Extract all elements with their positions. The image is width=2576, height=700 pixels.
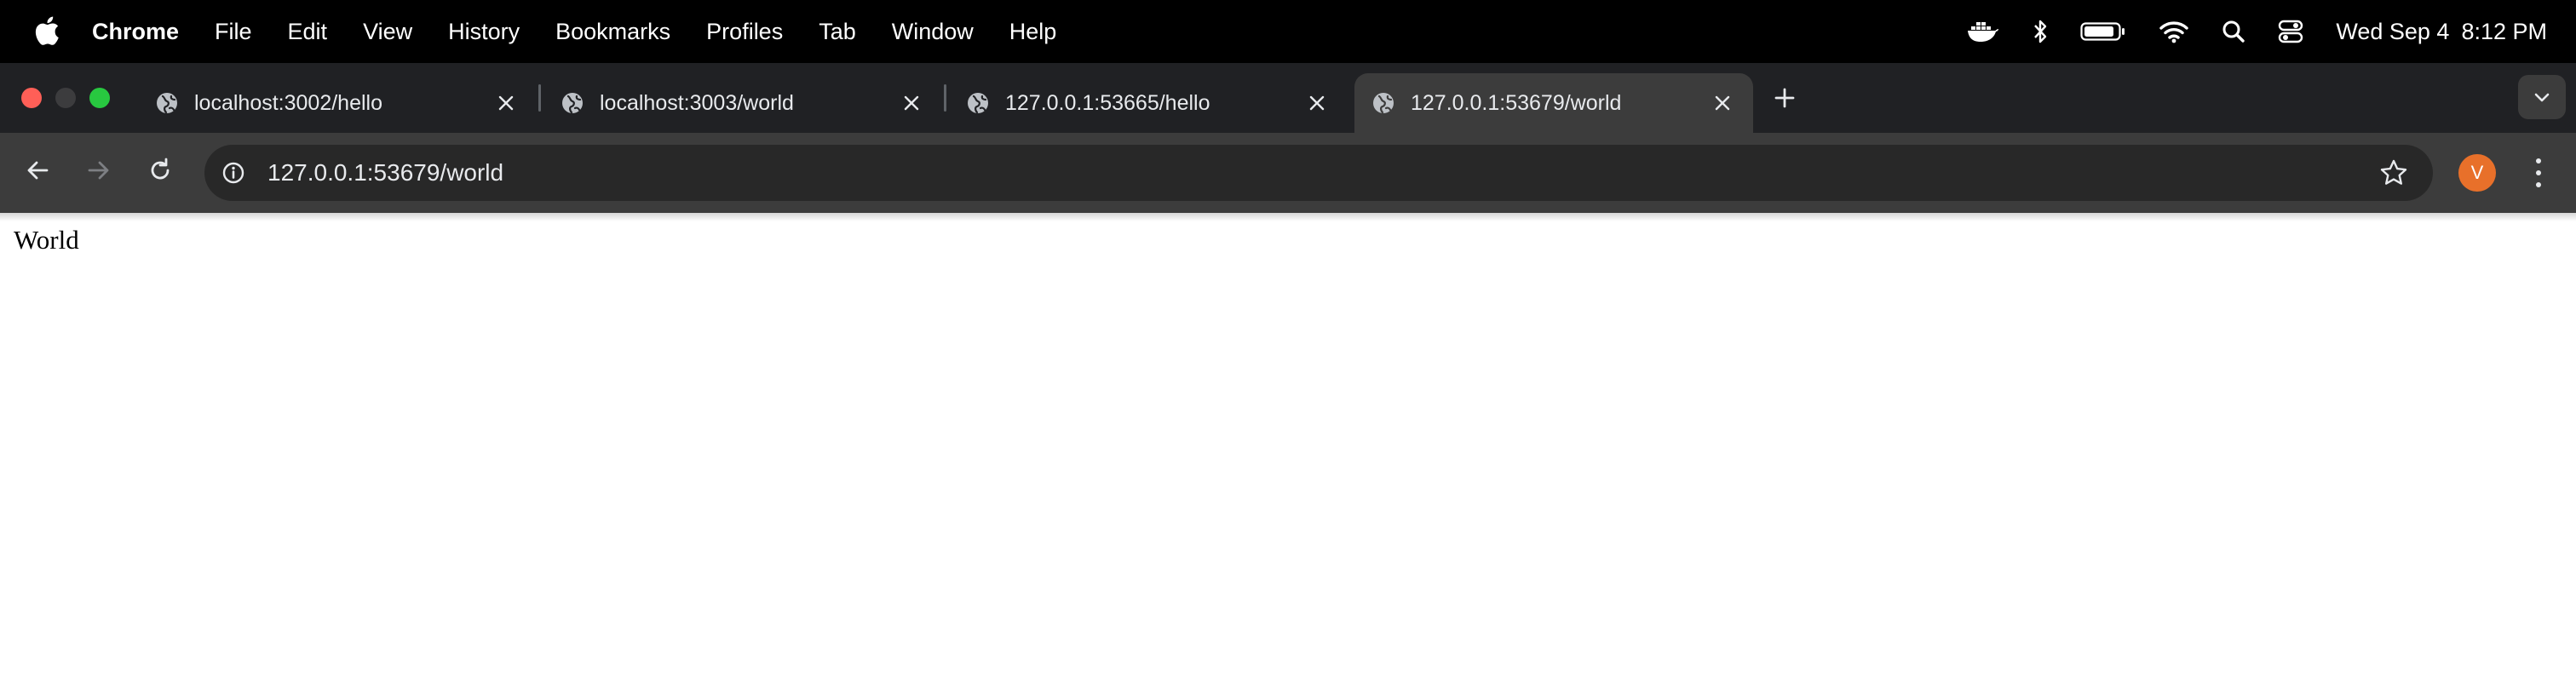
profile-avatar[interactable]: V xyxy=(2458,154,2496,192)
menu-items: Chrome File Edit View History Bookmarks … xyxy=(92,0,1092,63)
globe-icon xyxy=(562,93,583,114)
clock-time: 8:12 PM xyxy=(2461,18,2547,44)
new-tab-plus-icon[interactable] xyxy=(1770,83,1799,112)
browser-tab-active[interactable]: 127.0.0.1:53679/world xyxy=(1354,73,1753,133)
tab-separator xyxy=(538,84,541,112)
wifi-icon[interactable] xyxy=(2159,0,2189,63)
more-options-icon[interactable] xyxy=(2532,153,2545,192)
battery-icon[interactable] xyxy=(2080,0,2126,63)
back-button[interactable] xyxy=(19,152,56,189)
globe-icon xyxy=(157,93,177,114)
forward-button[interactable] xyxy=(80,152,118,189)
menu-help[interactable]: Help xyxy=(1009,19,1057,45)
toolbar-shadow xyxy=(0,213,2576,221)
menu-bookmarks[interactable]: Bookmarks xyxy=(555,19,670,45)
chevron-down-icon xyxy=(2534,93,2550,102)
bookmark-star-icon[interactable] xyxy=(2378,158,2409,188)
window-close-button[interactable] xyxy=(21,88,42,108)
menu-tab[interactable]: Tab xyxy=(819,19,856,45)
menu-window[interactable]: Window xyxy=(892,19,974,45)
tab-title: 127.0.0.1:53679/world xyxy=(1411,91,1622,115)
clock-date: Wed Sep 4 xyxy=(2336,18,2450,44)
tab-title: localhost:3002/hello xyxy=(194,91,382,115)
reload-icon xyxy=(151,158,170,180)
docker-icon[interactable] xyxy=(1966,0,2000,63)
page-body-text: World xyxy=(14,225,79,255)
menu-chrome[interactable]: Chrome xyxy=(92,19,179,45)
close-tab-icon[interactable] xyxy=(494,91,518,115)
browser-tab[interactable]: 127.0.0.1:53665/hello xyxy=(949,73,1348,133)
menu-history[interactable]: History xyxy=(448,19,520,45)
close-tab-icon[interactable] xyxy=(1305,91,1329,115)
close-tab-icon[interactable] xyxy=(1711,91,1734,115)
macos-menu-bar: Chrome File Edit View History Bookmarks … xyxy=(0,0,2576,63)
menu-bar-status-area: Wed Sep 4 8:12 PM xyxy=(1966,0,2547,63)
page-content: World xyxy=(0,213,2576,700)
tab-title: 127.0.0.1:53665/hello xyxy=(1005,91,1210,115)
globe-icon xyxy=(968,93,988,114)
tab-search-button[interactable] xyxy=(2518,75,2566,119)
site-info-icon[interactable] xyxy=(220,159,247,186)
window-minimize-button[interactable] xyxy=(55,88,76,108)
address-bar-url[interactable]: 127.0.0.1:53679/world xyxy=(267,145,503,201)
menu-profiles[interactable]: Profiles xyxy=(706,19,783,45)
address-bar[interactable]: 127.0.0.1:53679/world xyxy=(204,145,2433,201)
menu-edit[interactable]: Edit xyxy=(288,19,328,45)
arrow-left-icon xyxy=(27,161,49,180)
menu-file[interactable]: File xyxy=(215,19,252,45)
apple-logo-icon[interactable] xyxy=(34,15,60,46)
menu-bar-clock[interactable]: Wed Sep 4 8:12 PM xyxy=(2336,19,2547,45)
close-tab-icon[interactable] xyxy=(900,91,923,115)
window-fullscreen-button[interactable] xyxy=(89,88,110,108)
tab-separator xyxy=(944,84,946,112)
spotlight-search-icon[interactable] xyxy=(2222,0,2245,63)
globe-icon xyxy=(1373,93,1394,114)
browser-tab[interactable]: localhost:3002/hello xyxy=(138,73,537,133)
reload-button[interactable] xyxy=(141,152,179,189)
menu-view[interactable]: View xyxy=(363,19,412,45)
tab-title: localhost:3003/world xyxy=(600,91,794,115)
browser-tab[interactable]: localhost:3003/world xyxy=(543,73,942,133)
control-center-icon[interactable] xyxy=(2278,0,2303,63)
arrow-right-icon xyxy=(88,161,109,180)
bluetooth-icon[interactable] xyxy=(2033,0,2048,63)
